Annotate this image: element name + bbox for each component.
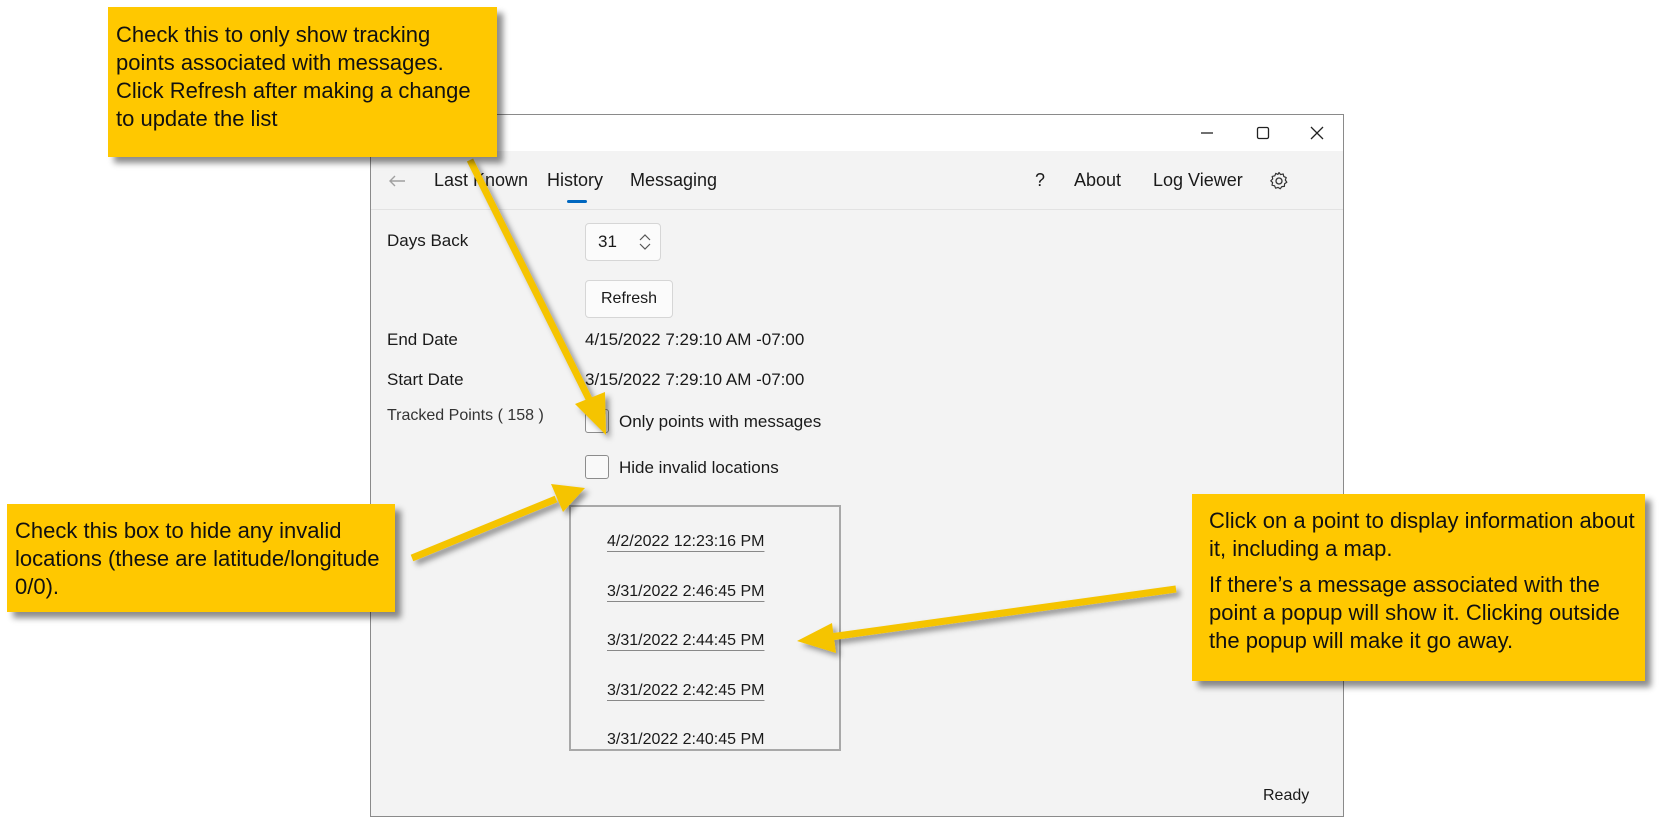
callout-hide-invalid: Check this box to hide any invalid locat… bbox=[7, 504, 395, 612]
close-icon bbox=[1310, 126, 1324, 140]
maximize-icon bbox=[1256, 126, 1270, 140]
back-button[interactable] bbox=[388, 151, 406, 209]
days-back-stepper[interactable]: 31 bbox=[585, 223, 661, 261]
back-arrow-icon bbox=[389, 175, 405, 187]
title-bar bbox=[371, 115, 1343, 151]
minimize-icon bbox=[1201, 132, 1213, 134]
callout-point-info-text-2: If there’s a message associated with the… bbox=[1209, 572, 1620, 653]
end-date-value: 4/15/2022 7:29:10 AM -07:00 bbox=[585, 330, 805, 349]
log-viewer-button[interactable]: Log Viewer bbox=[1153, 151, 1243, 209]
selected-tab-indicator bbox=[567, 200, 587, 203]
minimize-button[interactable] bbox=[1179, 115, 1235, 151]
tab-last-known[interactable]: Last Known bbox=[434, 151, 528, 209]
about-button[interactable]: About bbox=[1074, 151, 1121, 209]
callout-only-messages-text: Check this to only show tracking points … bbox=[116, 22, 471, 131]
maximize-button[interactable] bbox=[1235, 115, 1291, 151]
tab-messaging[interactable]: Messaging bbox=[630, 151, 717, 209]
start-date-label: Start Date bbox=[387, 370, 464, 389]
days-back-value: 31 bbox=[598, 232, 617, 251]
hide-invalid-checkbox[interactable] bbox=[585, 455, 609, 479]
app-window: Last Known History Messaging ? About Log… bbox=[370, 114, 1344, 817]
nav-bar: Last Known History Messaging ? About Log… bbox=[371, 151, 1343, 210]
close-button[interactable] bbox=[1289, 115, 1345, 151]
hide-invalid-label[interactable]: Hide invalid locations bbox=[619, 458, 779, 478]
tab-history[interactable]: History bbox=[547, 151, 603, 209]
start-date-value: 3/15/2022 7:29:10 AM -07:00 bbox=[585, 370, 805, 389]
status-text: Ready bbox=[1263, 787, 1310, 804]
list-item[interactable]: 3/31/2022 2:46:45 PM bbox=[607, 583, 764, 601]
end-date-label: End Date bbox=[387, 330, 458, 349]
list-item[interactable]: 4/2/2022 12:23:16 PM bbox=[607, 533, 764, 551]
callout-point-info: Click on a point to display information … bbox=[1192, 494, 1645, 681]
settings-button[interactable] bbox=[1269, 151, 1289, 209]
list-item[interactable]: 3/31/2022 2:44:45 PM bbox=[607, 632, 764, 650]
tab-history-label: History bbox=[547, 170, 604, 190]
tracked-points-label: Tracked Points ( 158 ) bbox=[387, 407, 544, 424]
list-item[interactable]: 3/31/2022 2:42:45 PM bbox=[607, 682, 764, 700]
callout-point-info-text-1: Click on a point to display information … bbox=[1209, 508, 1635, 561]
callout-only-messages: Check this to only show tracking points … bbox=[108, 7, 497, 157]
days-back-label: Days Back bbox=[387, 231, 469, 250]
only-messages-label[interactable]: Only points with messages bbox=[619, 412, 821, 432]
spin-arrows-icon[interactable] bbox=[639, 233, 651, 251]
only-messages-checkbox[interactable] bbox=[585, 409, 609, 433]
tracked-points-list[interactable]: 4/2/2022 12:23:16 PM 3/31/2022 2:46:45 P… bbox=[569, 505, 841, 751]
refresh-button[interactable]: Refresh bbox=[585, 280, 673, 318]
help-button[interactable]: ? bbox=[1035, 151, 1045, 209]
list-item[interactable]: 3/31/2022 2:40:45 PM bbox=[607, 731, 764, 749]
callout-hide-invalid-text: Check this box to hide any invalid locat… bbox=[15, 518, 380, 599]
gear-icon bbox=[1270, 172, 1288, 190]
